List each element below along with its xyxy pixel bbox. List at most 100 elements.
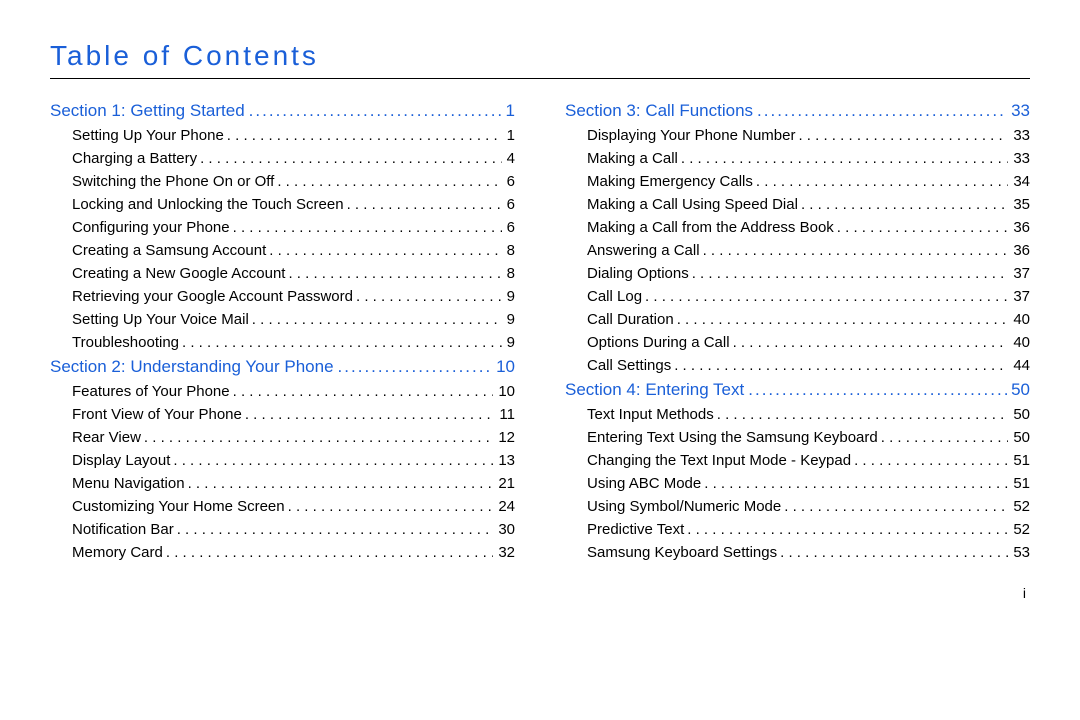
leader-dots	[703, 242, 1009, 259]
toc-entry[interactable]: Rear View 12	[72, 429, 515, 446]
toc-right-column: Section 3: Call Functions 33 Displaying Yo…	[565, 97, 1030, 567]
toc-entry[interactable]: Entering Text Using the Samsung Keyboard…	[587, 429, 1030, 446]
toc-entry-label: Making a Call	[587, 150, 678, 167]
toc-entry-label: Answering a Call	[587, 242, 700, 259]
toc-entry[interactable]: Charging a Battery4	[72, 150, 515, 167]
page-title: Table of Contents	[50, 40, 1030, 72]
toc-entry[interactable]: Options During a Call40	[587, 334, 1030, 351]
toc-entry[interactable]: Front View of Your Phone 11	[72, 406, 515, 423]
toc-entry-page: 37	[1011, 288, 1030, 305]
toc-entry[interactable]: Predictive Text 52	[587, 521, 1030, 538]
toc-entry-label: Setting Up Your Voice Mail	[72, 311, 249, 328]
toc-entry-page: 33	[1011, 150, 1030, 167]
toc-entry[interactable]: Call Settings44	[587, 357, 1030, 374]
leader-dots	[717, 406, 1009, 423]
leader-dots	[269, 242, 501, 259]
toc-entry-label: Switching the Phone On or Off	[72, 173, 274, 190]
toc-entry[interactable]: Samsung Keyboard Settings53	[587, 544, 1030, 561]
toc-entry-label: Locking and Unlocking the Touch Screen	[72, 196, 344, 213]
toc-section-label: Section 3: Call Functions	[565, 101, 753, 121]
toc-left-column: Section 1: Getting Started1Setting Up Yo…	[50, 97, 515, 567]
leader-dots	[780, 544, 1008, 561]
toc-entry[interactable]: Configuring your Phone6	[72, 219, 515, 236]
toc-entry-page: 40	[1011, 311, 1030, 328]
toc-entry[interactable]: Switching the Phone On or Off 6	[72, 173, 515, 190]
toc-entry[interactable]: Call Log37	[587, 288, 1030, 305]
toc-section-heading[interactable]: Section 4: Entering Text50	[565, 380, 1030, 400]
leader-dots	[277, 173, 501, 190]
toc-entry[interactable]: Making a Call Using Speed Dial35	[587, 196, 1030, 213]
leader-dots	[784, 498, 1008, 515]
toc-entry[interactable]: Using Symbol/Numeric Mode52	[587, 498, 1030, 515]
toc-entry[interactable]: Creating a New Google Account8	[72, 265, 515, 282]
toc-entry[interactable]: Making Emergency Calls34	[587, 173, 1030, 190]
leader-dots	[227, 127, 502, 144]
leader-dots	[748, 380, 1007, 400]
leader-dots	[252, 311, 502, 328]
toc-entry-label: Entering Text Using the Samsung Keyboard	[587, 429, 878, 446]
toc-section-heading[interactable]: Section 3: Call Functions 33	[565, 101, 1030, 121]
page-number-footer: i	[50, 585, 1030, 601]
toc-section-heading[interactable]: Section 2: Understanding Your Phone10	[50, 357, 515, 377]
toc-entry-page: 40	[1011, 334, 1030, 351]
toc-entry[interactable]: Setting Up Your Phone1	[72, 127, 515, 144]
toc-entry[interactable]: Notification Bar30	[72, 521, 515, 538]
toc-entry-label: Front View of Your Phone	[72, 406, 242, 423]
leader-dots	[798, 127, 1008, 144]
toc-entry[interactable]: Retrieving your Google Account Password9	[72, 288, 515, 305]
toc-entry[interactable]: Call Duration40	[587, 311, 1030, 328]
toc-entry[interactable]: Memory Card32	[72, 544, 515, 561]
toc-entry-label: Using ABC Mode	[587, 475, 701, 492]
toc-entry-page: 44	[1011, 357, 1030, 374]
toc-entry-page: 52	[1011, 498, 1030, 515]
toc-entry[interactable]: Changing the Text Input Mode - Keypad51	[587, 452, 1030, 469]
toc-entry-page: 12	[496, 429, 515, 446]
leader-dots	[854, 452, 1008, 469]
toc-entry[interactable]: Text Input Methods50	[587, 406, 1030, 423]
toc-entry-label: Menu Navigation	[72, 475, 185, 492]
toc-entry-page: 11	[497, 406, 515, 423]
toc-entry[interactable]: Creating a Samsung Account8	[72, 242, 515, 259]
toc-entry-label: Samsung Keyboard Settings	[587, 544, 777, 561]
toc-entry-label: Creating a Samsung Account	[72, 242, 266, 259]
toc-entry-page: 37	[1011, 265, 1030, 282]
toc-entry[interactable]: Making a Call from the Address Book36	[587, 219, 1030, 236]
leader-dots	[288, 498, 494, 515]
toc-entry-label: Making Emergency Calls	[587, 173, 753, 190]
leader-dots	[687, 521, 1008, 538]
toc-entry[interactable]: Features of Your Phone10	[72, 383, 515, 400]
toc-section-page: 33	[1011, 101, 1030, 121]
toc-entry[interactable]: Display Layout13	[72, 452, 515, 469]
leader-dots	[704, 475, 1008, 492]
toc-entry[interactable]: Menu Navigation21	[72, 475, 515, 492]
toc-entry[interactable]: Locking and Unlocking the Touch Screen 6	[72, 196, 515, 213]
toc-entry-label: Display Layout	[72, 452, 170, 469]
toc-entry-label: Predictive Text	[587, 521, 684, 538]
toc-entry[interactable]: Answering a Call36	[587, 242, 1030, 259]
toc-entry-label: Rear View	[72, 429, 141, 446]
toc-entry-page: 6	[505, 196, 515, 213]
toc-entry[interactable]: Making a Call 33	[587, 150, 1030, 167]
toc-entry-page: 10	[496, 383, 515, 400]
toc-entry-page: 52	[1011, 521, 1030, 538]
toc-entry-page: 8	[505, 265, 515, 282]
toc-entry[interactable]: Troubleshooting9	[72, 334, 515, 351]
toc-entry-page: 9	[505, 288, 515, 305]
toc-section-heading[interactable]: Section 1: Getting Started1	[50, 101, 515, 121]
toc-entry-page: 51	[1011, 452, 1030, 469]
toc-section-label: Section 1: Getting Started	[50, 101, 245, 121]
leader-dots	[173, 452, 493, 469]
toc-entry[interactable]: Setting Up Your Voice Mail9	[72, 311, 515, 328]
toc-entry[interactable]: Dialing Options37	[587, 265, 1030, 282]
toc-entry[interactable]: Displaying Your Phone Number33	[587, 127, 1030, 144]
toc-entry[interactable]: Customizing Your Home Screen24	[72, 498, 515, 515]
toc-entry-page: 1	[505, 127, 515, 144]
leader-dots	[245, 406, 495, 423]
leader-dots	[356, 288, 502, 305]
toc-entry-page: 30	[496, 521, 515, 538]
leader-dots	[881, 429, 1009, 446]
toc-entry-page: 6	[505, 173, 515, 190]
toc-entry-label: Displaying Your Phone Number	[587, 127, 795, 144]
toc-entry[interactable]: Using ABC Mode51	[587, 475, 1030, 492]
leader-dots	[338, 357, 493, 377]
